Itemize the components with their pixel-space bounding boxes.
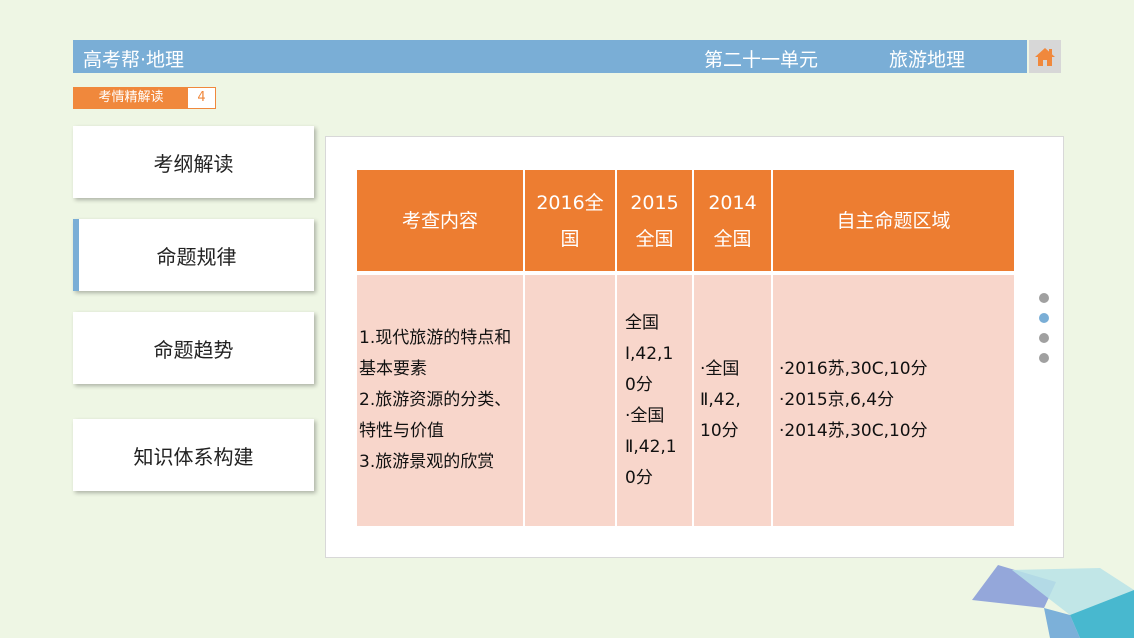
header-content: 考查内容 [357,170,525,275]
header-2016: 2016全 国 [525,170,617,275]
header-bar: 高考帮·地理 第二十一单元 旅游地理 [73,40,1027,73]
table-header-row: 考查内容 2016全 国 2015 全国 2014 全国 自主命题区域 [357,170,1014,275]
exam-table: 考查内容 2016全 国 2015 全国 2014 全国 自主命题区域 1.现代… [357,170,1014,526]
nav-label: 知识体系构建 [133,444,254,469]
cell-regional: ·2016苏,30C,10分 ·2015京,6,4分 ·2014苏,30C,10… [773,275,1014,526]
cell-content: 1.现代旅游的特点和 基本要素 2.旅游资源的分类、 特性与价值 3.旅游景观的… [357,275,525,526]
nav-label: 考纲解读 [153,151,234,176]
section-tag-page: 4 [197,90,206,105]
nav-label: 命题趋势 [153,337,234,362]
pager-dot[interactable] [1039,333,1049,343]
header-2015: 2015 全国 [617,170,694,275]
home-button[interactable] [1029,40,1061,73]
unit-title: 第二十一单元 [704,49,819,71]
pager-dot-active[interactable] [1039,313,1049,323]
cell-2016 [525,275,617,526]
header-2014: 2014 全国 [694,170,773,275]
decorative-corner-shapes [972,565,1134,638]
pager-dot[interactable] [1039,293,1049,303]
section-tag: 考情精解读 4 [73,87,216,109]
nav-zhishi-tixi[interactable]: 知识体系构建 [73,419,314,491]
section-tag-label: 考情精解读 [74,88,188,108]
nav-label: 命题规律 [156,244,237,269]
cell-2015: 全国 Ⅰ,42,1 0分 ·全国 Ⅱ,42,1 0分 [617,275,694,526]
nav-mingti-qushi[interactable]: 命题趋势 [73,312,314,384]
brand-title: 高考帮·地理 [83,49,185,71]
nav-kaogang[interactable]: 考纲解读 [73,126,314,198]
nav-mingti-guilv[interactable]: 命题规律 [73,219,314,291]
cell-2014: ·全国 Ⅱ,42, 10分 [694,275,773,526]
home-icon [1035,47,1055,66]
topic-title: 旅游地理 [889,49,966,71]
pager-dot[interactable] [1039,353,1049,363]
table-row: 1.现代旅游的特点和 基本要素 2.旅游资源的分类、 特性与价值 3.旅游景观的… [357,275,1014,526]
header-regional: 自主命题区域 [773,170,1014,275]
